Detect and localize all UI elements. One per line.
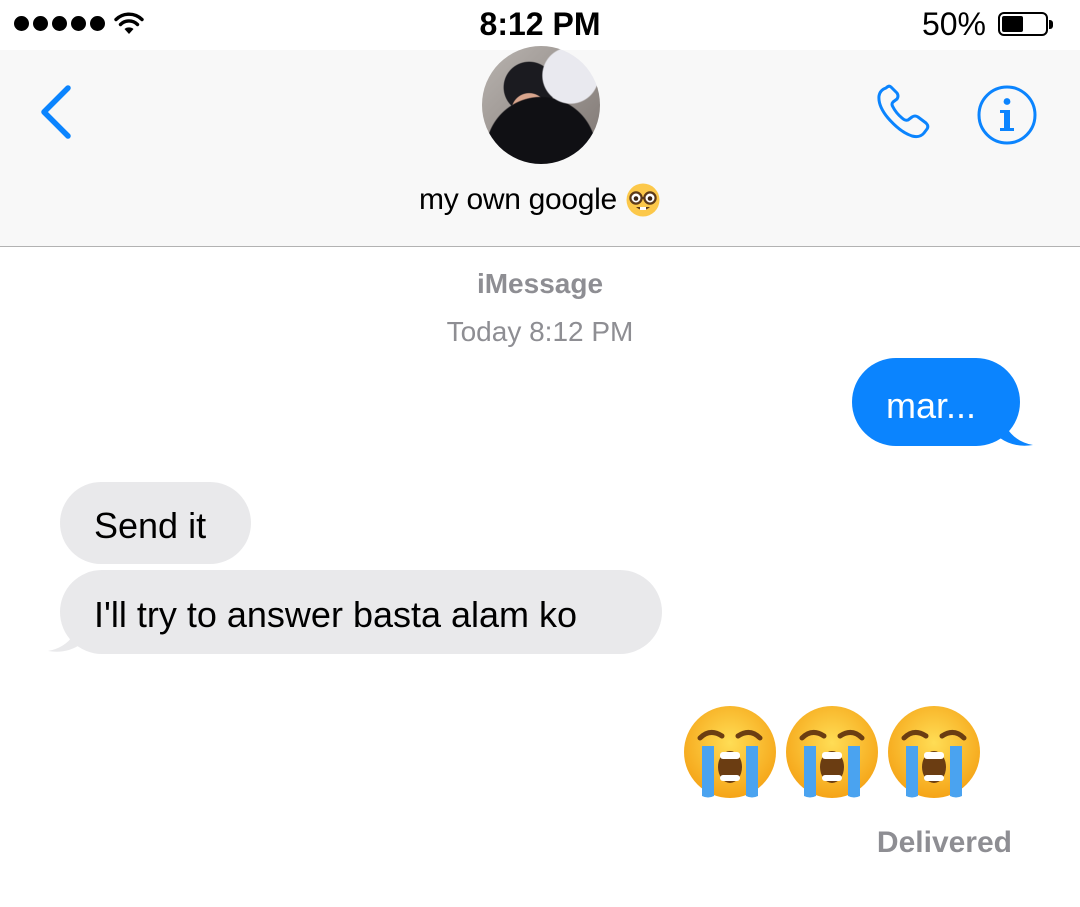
loudly-crying-face-icon (684, 706, 776, 798)
conversation-timestamp: Today 8:12 PM (446, 316, 634, 347)
phone-icon[interactable] (872, 80, 936, 144)
loudly-crying-face-icon (888, 706, 980, 798)
contact-title[interactable]: my own google (0, 182, 1080, 218)
battery-icon (998, 12, 1054, 38)
conversation-header: my own google (0, 46, 1080, 247)
delivery-status: Delivered (876, 826, 1012, 859)
message-text: mar... (886, 385, 977, 426)
conversation-service-label: iMessage (476, 268, 604, 299)
message-text: Send it (94, 505, 207, 546)
loudly-crying-face-icon (786, 706, 878, 798)
nerd-face-emoji-icon (626, 183, 660, 217)
status-bar: 8:12 PM 50% (0, 0, 1080, 50)
message-bubble-received[interactable]: I'll try to answer basta alam ko (60, 570, 662, 654)
back-chevron-icon[interactable] (30, 80, 80, 140)
contact-name: my own google (419, 183, 617, 216)
battery-percent: 50% (921, 6, 986, 42)
status-time: 8:12 PM (479, 6, 601, 42)
message-bubble-received[interactable]: Send it (60, 482, 251, 564)
message-text: I'll try to answer basta alam ko (94, 594, 578, 635)
message-bubble-sent[interactable]: mar... (852, 358, 1020, 446)
emoji-message[interactable] (682, 704, 982, 800)
info-icon[interactable] (976, 84, 1038, 146)
contact-avatar[interactable] (482, 46, 600, 164)
